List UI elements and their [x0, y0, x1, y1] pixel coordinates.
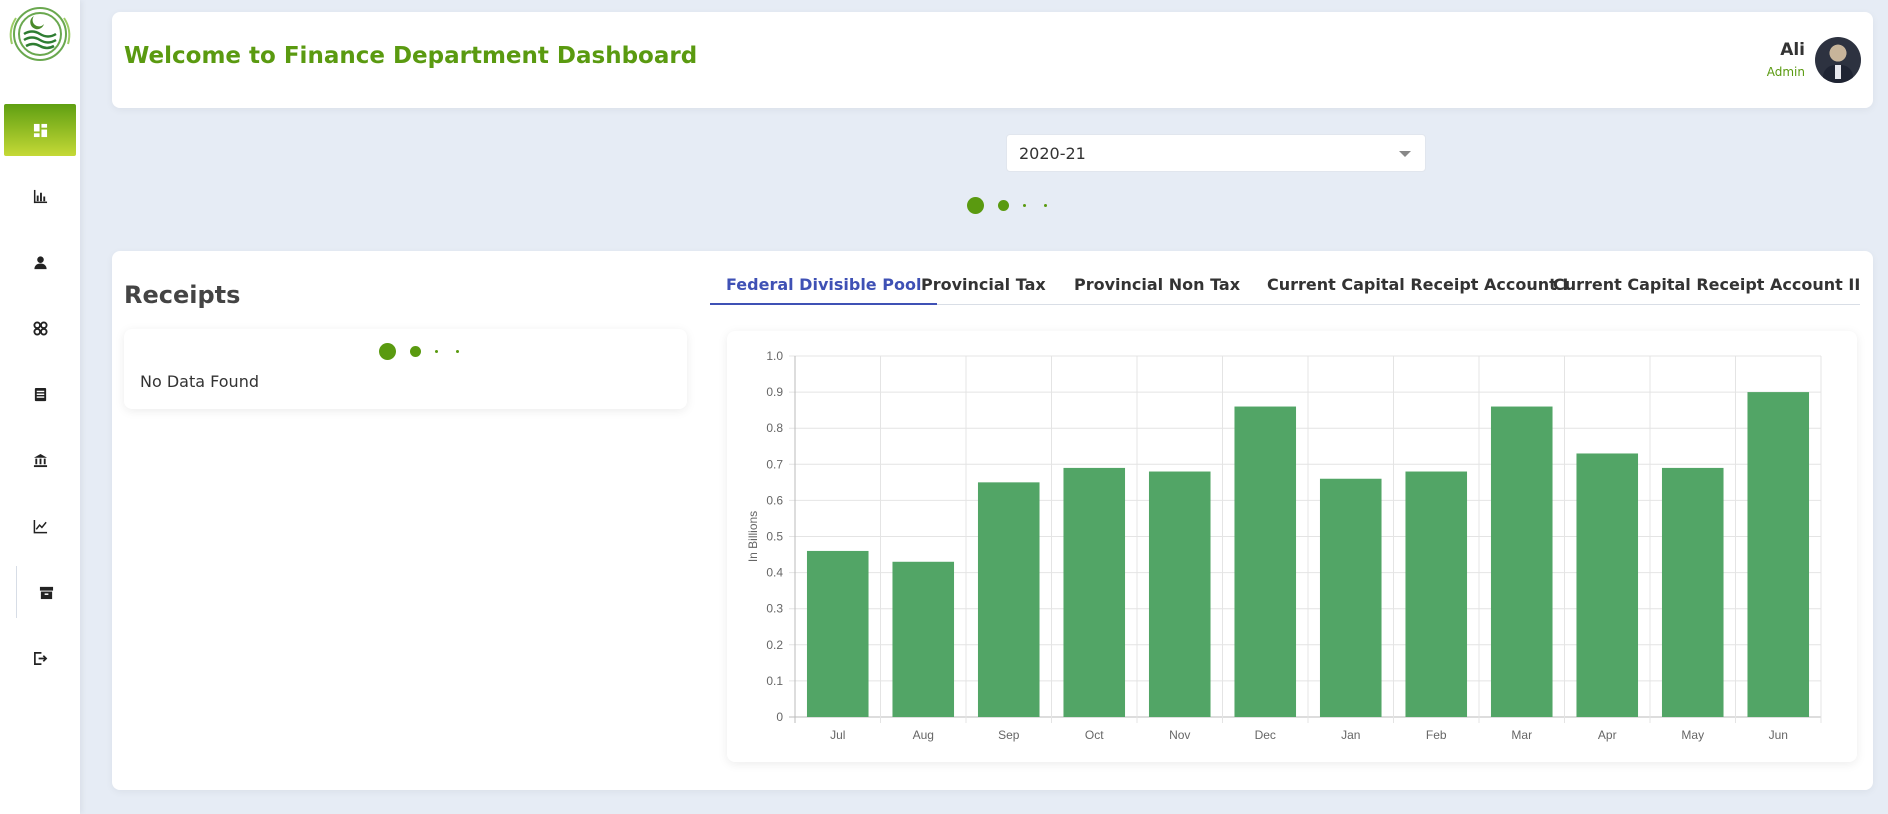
- bar-jul: [806, 550, 869, 717]
- y-axis-label: In Billions: [746, 511, 760, 562]
- bar-feb: [1405, 471, 1468, 717]
- loading-indicator: [379, 343, 473, 360]
- bar-apr: [1576, 453, 1639, 717]
- bar-mar: [1490, 406, 1553, 717]
- user-icon: [33, 255, 47, 269]
- bar-oct: [1063, 467, 1126, 717]
- document-icon: [34, 387, 46, 401]
- x-tick-label: Mar: [1511, 728, 1532, 742]
- sidebar-item-archive[interactable]: [10, 566, 82, 618]
- logout-icon: [33, 651, 47, 665]
- y-tick-label: 0.3: [766, 602, 783, 616]
- grid-icon: [32, 320, 48, 336]
- x-tick-label: Sep: [998, 728, 1020, 742]
- sidebar-item-bank[interactable]: [4, 434, 76, 486]
- bar-may: [1661, 467, 1724, 717]
- sidebar-item-bar-chart[interactable]: [4, 170, 76, 222]
- user-name: Ali: [1780, 40, 1805, 60]
- bar-sep: [977, 482, 1040, 717]
- y-tick-label: 0.4: [766, 566, 783, 580]
- x-tick-label: Aug: [913, 728, 934, 742]
- y-tick-label: 0.7: [766, 457, 783, 471]
- year-select[interactable]: 2020-21: [1006, 134, 1426, 172]
- x-tick-label: Dec: [1255, 728, 1276, 742]
- x-tick-label: Apr: [1598, 728, 1617, 742]
- bar-jan: [1319, 478, 1382, 717]
- y-tick-label: 1.0: [766, 349, 783, 363]
- loading-indicator: [967, 197, 1061, 214]
- receipt-tabs: Federal Divisible Pool Provincial Tax Pr…: [710, 267, 1860, 305]
- y-tick-label: 0.2: [766, 638, 783, 652]
- receipts-summary-card: No Data Found: [124, 329, 687, 409]
- x-tick-label: Feb: [1426, 728, 1447, 742]
- tab-provincial-tax[interactable]: Provincial Tax: [905, 267, 1062, 305]
- tab-capital-receipt-account-2[interactable]: Current Capital Receipt Account II: [1537, 267, 1876, 305]
- bar-aug: [892, 561, 955, 717]
- receipts-card: Receipts No Data Found Federal Divisible…: [112, 251, 1873, 790]
- bar-dec: [1234, 406, 1297, 717]
- bank-icon: [33, 453, 47, 467]
- y-tick-label: 0.5: [766, 530, 783, 544]
- y-tick-label: 0.8: [766, 421, 783, 435]
- bar-chart: 0 0.1 0.2 0.3 0.4 0.5 0.6 0.7 0.8 0.9 1.0 Jul Aug Sep…: [746, 349, 1822, 742]
- y-tick-label: 0: [776, 710, 783, 724]
- x-tick-label: Oct: [1085, 728, 1104, 742]
- sidebar-item-user[interactable]: [4, 236, 76, 288]
- chevron-down-icon: [1399, 151, 1411, 157]
- sidebar-item-dashboard[interactable]: [4, 104, 76, 156]
- bar-nov: [1148, 471, 1211, 717]
- x-tick-label: Jun: [1769, 728, 1788, 742]
- line-chart-icon: [33, 519, 47, 533]
- sidebar-item-grid[interactable]: [4, 302, 76, 354]
- year-select-value: 2020-21: [1019, 144, 1086, 163]
- bar-chart-icon: [33, 189, 47, 203]
- tab-federal-divisible-pool[interactable]: Federal Divisible Pool: [710, 267, 938, 305]
- dashboard-icon: [33, 123, 47, 137]
- tab-capital-receipt-account-1[interactable]: Current Capital Receipt Account I: [1251, 267, 1584, 305]
- sidebar-item-logout[interactable]: [4, 632, 76, 684]
- sidebar-item-documents[interactable]: [4, 368, 76, 420]
- x-tick-label: Nov: [1169, 728, 1190, 742]
- sidebar: [0, 0, 80, 814]
- header: Welcome to Finance Department Dashboard …: [112, 12, 1873, 108]
- y-tick-label: 0.9: [766, 385, 783, 399]
- section-title: Receipts: [124, 281, 241, 309]
- punjab-logo: [9, 7, 71, 61]
- receipts-chart: 0 0.1 0.2 0.3 0.4 0.5 0.6 0.7 0.8 0.9 1.0 Jul Aug Sep…: [727, 331, 1857, 762]
- x-tick-label: Jul: [830, 728, 845, 742]
- archive-icon: [39, 586, 53, 599]
- page-title: Welcome to Finance Department Dashboard: [124, 43, 698, 69]
- sidebar-item-line-chart[interactable]: [4, 500, 76, 552]
- x-tick-label: Jan: [1341, 728, 1360, 742]
- user-role: Admin: [1766, 65, 1805, 79]
- x-tick-label: May: [1681, 728, 1704, 742]
- y-tick-label: 0.6: [766, 493, 783, 507]
- bar-jun: [1747, 392, 1810, 717]
- empty-state-text: No Data Found: [140, 372, 259, 391]
- avatar[interactable]: [1815, 37, 1861, 83]
- y-tick-label: 0.1: [766, 674, 783, 688]
- tab-provincial-non-tax[interactable]: Provincial Non Tax: [1058, 267, 1256, 305]
